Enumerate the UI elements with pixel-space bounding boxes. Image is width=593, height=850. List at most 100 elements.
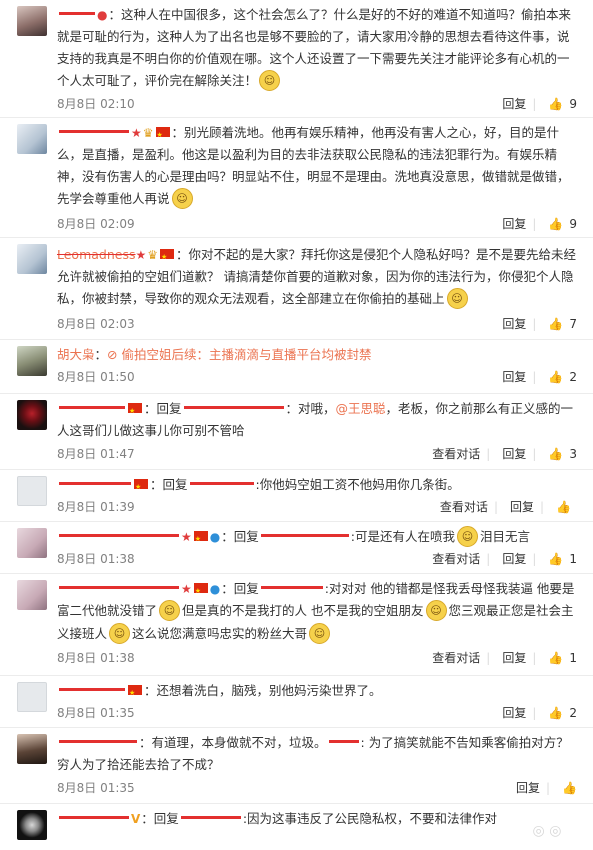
comment-actions: 查看对话 | 回复 | 👍 3 <box>426 445 577 463</box>
like-icon[interactable]: 👍 <box>548 315 563 333</box>
divider: | <box>532 217 537 231</box>
comment-item: ：有道理，本身做就不对，垃圾。: 为了搞笑就能不告知乘客偷拍对方？穷人为了拾还能… <box>0 728 593 804</box>
comment-meta: 8月8日 01:38 查看对话 | 回复 | 👍 1 <box>57 550 577 568</box>
comment-item: ：回复:你他妈空姐工资不他妈用你几条街。 8月8日 01:39 查看对话 | 回复 |… <box>0 470 593 522</box>
comment-time: 8月8日 02:10 <box>57 97 135 111</box>
view-dialog-button[interactable]: 查看对话 <box>440 500 488 514</box>
redacted-username[interactable] <box>59 816 129 819</box>
view-dialog-button[interactable]: 查看对话 <box>432 552 480 566</box>
comment-item: ：还想着洗白，脑残，别他妈污染世界了。 8月8日 01:35 回复 | 👍 2 <box>0 676 593 728</box>
reply-button[interactable]: 回复 <box>502 651 526 665</box>
comment-item: ●：这种人在中国很多，这个社会怎么了？什么是好的不好的难道不知道吗？偷拍本来就是… <box>0 0 593 118</box>
comment-body: ：这种人在中国很多，这个社会怎么了？什么是好的不好的难道不知道吗？偷拍本来就是可… <box>57 7 571 88</box>
reply-button[interactable]: 回复 <box>516 781 540 795</box>
like-icon[interactable]: 👍 <box>562 779 577 797</box>
view-dialog-button[interactable]: 查看对话 <box>432 651 480 665</box>
reply-button[interactable]: 回复 <box>502 97 526 111</box>
star-badge-icon: ★ <box>181 530 192 544</box>
comment-body: ：回复 <box>141 811 179 826</box>
like-icon[interactable]: 👍 <box>548 215 563 233</box>
redacted-username[interactable] <box>59 740 137 743</box>
comment-meta: 8月8日 02:09 回复 | 👍 9 <box>57 215 577 233</box>
redacted-mention[interactable] <box>260 586 323 589</box>
mention-link[interactable]: @王思聪 <box>336 401 386 416</box>
like-icon[interactable]: 👍 <box>548 550 563 568</box>
emoji-icon: ☺ <box>109 623 131 644</box>
emoji-icon: ☺ <box>456 526 478 547</box>
emoji-icon: ☺ <box>425 600 447 621</box>
reply-button[interactable]: 回复 <box>502 447 526 461</box>
username[interactable]: Leomadness <box>57 247 136 262</box>
redacted-username[interactable] <box>59 688 125 691</box>
view-dialog-button[interactable]: 查看对话 <box>432 447 480 461</box>
comment-actions: 查看对话 | 回复 | 👍 1 <box>426 550 577 568</box>
comment-actions: 回复 | 👍 <box>510 779 577 797</box>
comment-meta: 8月8日 01:39 查看对话 | 回复 | 👍 <box>57 498 577 516</box>
china-flag-icon <box>128 400 142 422</box>
article-link[interactable]: ⊘ 偷拍空姐后续：主播滴滴与直播平台均被封禁 <box>107 347 371 362</box>
comment-text: ★●：回复:对对对 他的错都是怪我丢母怪我装逼 他要是富二代他就没错了☺但是真的… <box>57 578 577 646</box>
username[interactable]: 胡大枭 <box>57 347 95 362</box>
avatar[interactable] <box>17 6 47 36</box>
avatar[interactable] <box>17 580 47 610</box>
comment-item: ：回复：对哦，@王思聪，老板，你之前那么有正义感的一人这哥们儿做这事儿你可别不管… <box>0 394 593 470</box>
china-flag-icon <box>134 476 148 498</box>
redacted-mention[interactable] <box>328 740 359 743</box>
reply-button[interactable]: 回复 <box>502 217 526 231</box>
like-icon[interactable]: 👍 <box>548 704 563 722</box>
like-icon[interactable]: 👍 <box>548 95 563 113</box>
comment-body: ：回复 <box>150 477 188 492</box>
reply-button[interactable]: 回复 <box>502 317 526 331</box>
redacted-username[interactable] <box>59 406 125 409</box>
like-icon[interactable]: 👍 <box>548 649 563 667</box>
comment-item: ★♛：别光顾着洗地。他再有娱乐精神，他再没有害人之心，好，目的是什么，是直播，是… <box>0 118 593 238</box>
redacted-username[interactable] <box>59 482 131 485</box>
comment-text: ：回复:你他妈空姐工资不他妈用你几条街。 <box>57 474 577 498</box>
vip-badge-icon: ● <box>97 8 108 22</box>
comment-body: ：对哦， <box>285 401 336 416</box>
avatar[interactable] <box>17 682 47 712</box>
redacted-username[interactable] <box>59 534 179 537</box>
comment-time: 8月8日 02:03 <box>57 317 135 331</box>
divider: | <box>532 552 537 566</box>
like-icon[interactable]: 👍 <box>556 498 571 516</box>
reply-button[interactable]: 回复 <box>502 370 526 384</box>
reply-button[interactable]: 回复 <box>502 706 526 720</box>
comment-item: ★ ●：回复:可是还有人在喷我☺泪目无言 8月8日 01:38 查看对话 | 回复 | 👍… <box>0 522 593 574</box>
divider: | <box>532 317 537 331</box>
avatar[interactable] <box>17 346 47 376</box>
avatar[interactable] <box>17 400 47 430</box>
redacted-mention[interactable] <box>260 534 349 537</box>
redacted-mention[interactable] <box>180 816 241 819</box>
comment-item: Leomadness★♛：你对不起的是大家？拜托你这是侵犯个人隐私好吗？是不是要… <box>0 238 593 340</box>
reply-button[interactable]: 回复 <box>510 500 534 514</box>
comment-text: ★ ●：回复:可是还有人在喷我☺泪目无言 <box>57 526 577 550</box>
comment-item: 胡大枭：⊘ 偷拍空姐后续：主播滴滴与直播平台均被封禁 8月8日 01:50 回复… <box>0 340 593 394</box>
avatar[interactable] <box>17 244 47 274</box>
emoji-icon: ☺ <box>159 600 181 621</box>
link-icon: ⊘ <box>107 347 122 362</box>
redacted-mention[interactable] <box>189 482 254 485</box>
redacted-username[interactable] <box>59 586 179 589</box>
avatar[interactable] <box>17 528 47 558</box>
comment-text: ★♛：别光顾着洗地。他再有娱乐精神，他再没有害人之心，好，目的是什么，是直播，是… <box>57 122 577 211</box>
avatar[interactable] <box>17 734 47 764</box>
comment-time: 8月8日 01:35 <box>57 781 135 795</box>
reply-button[interactable]: 回复 <box>502 552 526 566</box>
divider: | <box>493 500 498 514</box>
avatar[interactable] <box>17 476 47 506</box>
like-icon[interactable]: 👍 <box>548 368 563 386</box>
watermark: ◎ ◎ <box>532 823 562 839</box>
redacted-username[interactable] <box>59 130 129 133</box>
comment-body: ：有道理，本身做就不对，垃圾。 <box>139 735 327 750</box>
divider: | <box>486 447 491 461</box>
redacted-mention[interactable] <box>183 406 284 409</box>
redacted-username[interactable] <box>59 12 95 15</box>
divider: | <box>532 370 537 384</box>
avatar[interactable] <box>17 124 47 154</box>
avatar[interactable] <box>17 810 47 840</box>
comment-body: :可是还有人在喷我 <box>350 529 455 544</box>
like-icon[interactable]: 👍 <box>548 445 563 463</box>
star-badge-icon: ★ <box>181 582 192 596</box>
china-flag-icon <box>160 246 175 268</box>
